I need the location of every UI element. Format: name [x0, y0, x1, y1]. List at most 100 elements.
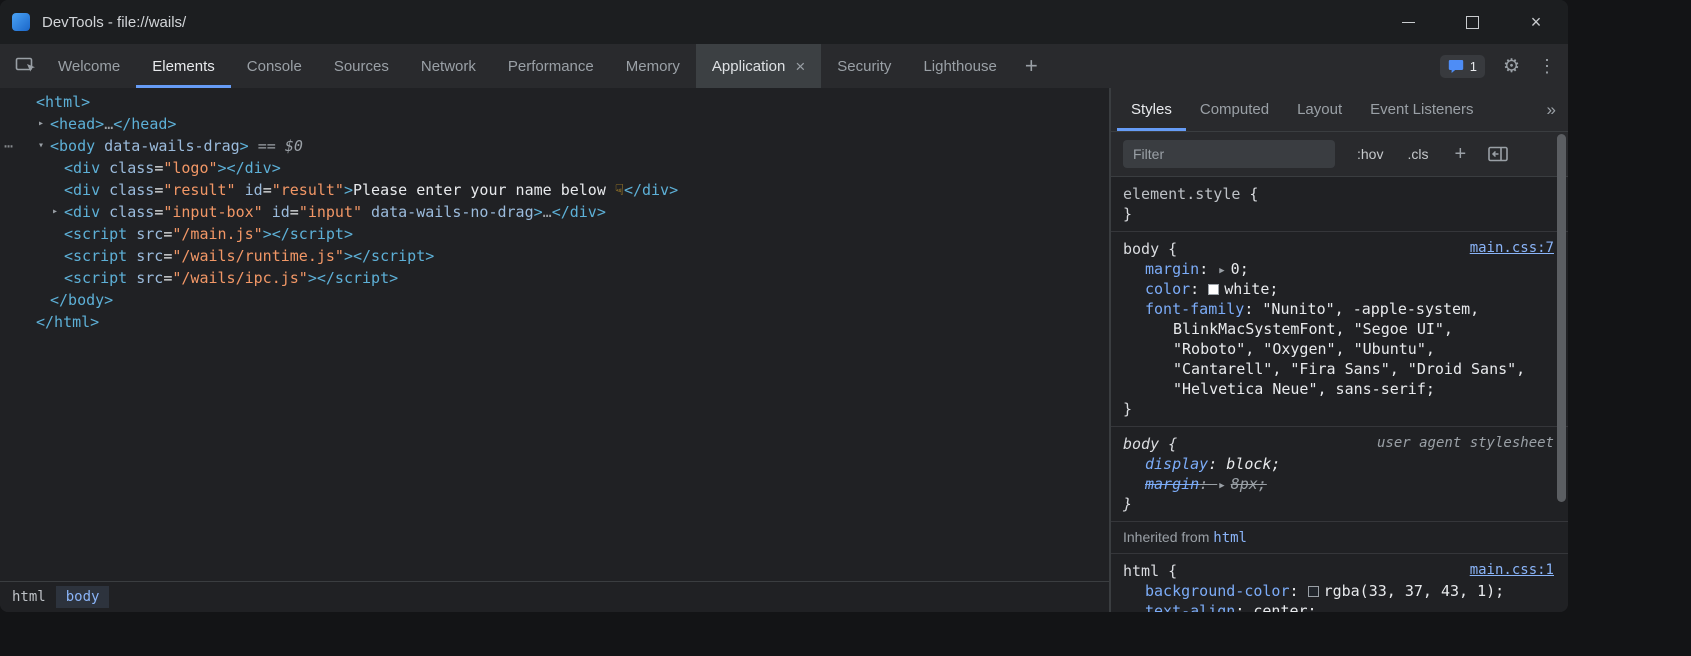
settings-button[interactable]: ⚙: [1503, 55, 1520, 78]
code-token: :: [1199, 475, 1217, 493]
code-token: {: [1159, 435, 1177, 453]
tree-row[interactable]: <html>: [0, 91, 1109, 113]
code-token: src: [127, 247, 163, 265]
tab-welcome[interactable]: Welcome: [42, 44, 136, 88]
row-actions-icon[interactable]: ⋯: [4, 135, 13, 157]
tree-row[interactable]: ▸<head>…</head>: [0, 113, 1109, 135]
stylesheet-link[interactable]: main.css:7: [1470, 240, 1554, 256]
css-line[interactable]: text-align: center;: [1111, 601, 1568, 612]
issues-counter[interactable]: 1: [1440, 55, 1485, 78]
tab-console[interactable]: Console: [231, 44, 318, 88]
code-token: rgba(33, 37, 43, 1);: [1324, 582, 1505, 600]
css-line[interactable]: margin: ▶8px;: [1111, 474, 1568, 494]
code-token: <script: [64, 269, 127, 287]
expand-node-icon[interactable]: ▸: [34, 113, 48, 135]
tree-row[interactable]: </body>: [0, 289, 1109, 311]
code-token: }: [1123, 400, 1132, 418]
tree-row[interactable]: ⋯▾<body data-wails-drag> == $0: [0, 135, 1109, 157]
toggle-sidebar-button[interactable]: [1488, 146, 1508, 162]
toggle-pseudo-state-button[interactable]: :hov: [1357, 146, 1383, 162]
css-line[interactable]: background-color: rgba(33, 37, 43, 1);: [1111, 581, 1568, 601]
tab-network[interactable]: Network: [405, 44, 492, 88]
tree-row[interactable]: <div class="logo"></div>: [0, 157, 1109, 179]
tab-performance[interactable]: Performance: [492, 44, 610, 88]
stylesheet-link[interactable]: main.css:1: [1470, 562, 1554, 578]
code-token: Please enter your name below: [353, 181, 615, 199]
styles-scrollbar-thumb[interactable]: [1557, 134, 1566, 502]
breadcrumb-item-html[interactable]: html: [2, 586, 56, 608]
sidebar-tab-styles[interactable]: Styles: [1117, 88, 1186, 131]
inspect-button[interactable]: [10, 44, 42, 88]
tab-elements[interactable]: Elements: [136, 44, 231, 88]
code-token: "logo": [163, 159, 217, 177]
code-token: id: [236, 181, 263, 199]
css-line[interactable]: display: block;: [1111, 454, 1568, 474]
css-line[interactable]: }: [1111, 399, 1568, 419]
tabbar: WelcomeElements Console Sources Network Perf…: [0, 44, 1568, 88]
tree-row[interactable]: <script src="/main.js"></script>: [0, 223, 1109, 245]
code-token: block;: [1226, 455, 1280, 473]
code-token: text-align: [1145, 602, 1235, 612]
code-token: BlinkMacSystemFont, "Segoe UI",: [1173, 320, 1453, 338]
code-token: </body>: [50, 291, 113, 309]
sidebar-tab-layout[interactable]: Layout: [1283, 88, 1356, 131]
css-line[interactable]: BlinkMacSystemFont, "Segoe UI",: [1111, 319, 1568, 339]
code-token: ></script>: [344, 247, 434, 265]
code-token: body: [1123, 240, 1159, 258]
minimize-button[interactable]: [1376, 0, 1440, 44]
shorthand-expand-icon[interactable]: ▶: [1219, 261, 1224, 281]
toggle-element-classes-button[interactable]: .cls: [1407, 146, 1428, 162]
main-menu-button[interactable]: ⋮: [1538, 56, 1556, 77]
code-token: "Cantarell", "Fira Sans", "Droid Sans",: [1173, 360, 1525, 378]
color-swatch[interactable]: [1308, 586, 1319, 597]
code-token: =: [263, 181, 272, 199]
tree-row[interactable]: <script src="/wails/runtime.js"></script…: [0, 245, 1109, 267]
css-line[interactable]: }: [1111, 204, 1568, 224]
tab-memory[interactable]: Memory: [610, 44, 696, 88]
css-line[interactable]: element.style {: [1111, 184, 1568, 204]
tab-security[interactable]: Security: [821, 44, 907, 88]
css-line[interactable]: color: white;: [1111, 279, 1568, 299]
code-token: <head>: [50, 115, 104, 133]
tab-label: Console: [247, 58, 302, 75]
css-line[interactable]: margin: ▶0;: [1111, 259, 1568, 279]
close-button[interactable]: ×: [1504, 0, 1568, 44]
inherited-node-link[interactable]: html: [1213, 530, 1247, 546]
tab-label: Lighthouse: [923, 58, 996, 75]
shorthand-expand-icon[interactable]: ▶: [1219, 476, 1224, 496]
color-swatch[interactable]: [1208, 284, 1219, 295]
code-token: </html>: [36, 313, 99, 331]
breadcrumb-item-body[interactable]: body: [56, 586, 110, 608]
maximize-button[interactable]: [1440, 0, 1504, 44]
tree-row[interactable]: <script src="/wails/ipc.js"></script>: [0, 267, 1109, 289]
tab-sources[interactable]: Sources: [318, 44, 405, 88]
code-token: </div>: [552, 203, 606, 221]
inherited-from-label: Inherited from: [1123, 529, 1213, 545]
tab-label: Memory: [626, 58, 680, 75]
styles-filter-input[interactable]: [1123, 140, 1335, 168]
css-line[interactable]: "Cantarell", "Fira Sans", "Droid Sans",: [1111, 359, 1568, 379]
code-token: <html>: [36, 93, 90, 111]
code-token: "/main.js": [172, 225, 262, 243]
style-rule: element.style {}: [1111, 177, 1568, 232]
css-line[interactable]: "Helvetica Neue", sans-serif;: [1111, 379, 1568, 399]
css-line[interactable]: }: [1111, 494, 1568, 514]
tab-application[interactable]: Application×: [696, 44, 821, 88]
sidebar-tab-computed[interactable]: Computed: [1186, 88, 1283, 131]
more-tabs-button[interactable]: +: [1013, 44, 1050, 88]
collapse-node-icon[interactable]: ▾: [34, 135, 48, 157]
css-line[interactable]: font-family: "Nunito", -apple-system,: [1111, 299, 1568, 319]
expand-node-icon[interactable]: ▸: [48, 201, 62, 223]
tree-row[interactable]: <div class="result" id="result">Please e…: [0, 179, 1109, 201]
tree-row[interactable]: ▸<div class="input-box" id="input" data-…: [0, 201, 1109, 223]
close-tab-icon[interactable]: ×: [795, 58, 805, 75]
sidebar-tabs-overflow-button[interactable]: »: [1547, 88, 1556, 131]
new-style-rule-button[interactable]: +: [1454, 144, 1466, 164]
code-token: "input-box": [163, 203, 262, 221]
css-line[interactable]: "Roboto", "Oxygen", "Ubuntu",: [1111, 339, 1568, 359]
tree-row[interactable]: </html>: [0, 311, 1109, 333]
close-icon: ×: [1531, 13, 1542, 31]
sidebar-tab-event-listeners[interactable]: Event Listeners: [1356, 88, 1487, 131]
tab-lighthouse[interactable]: Lighthouse: [907, 44, 1012, 88]
tab-label: Network: [421, 58, 476, 75]
